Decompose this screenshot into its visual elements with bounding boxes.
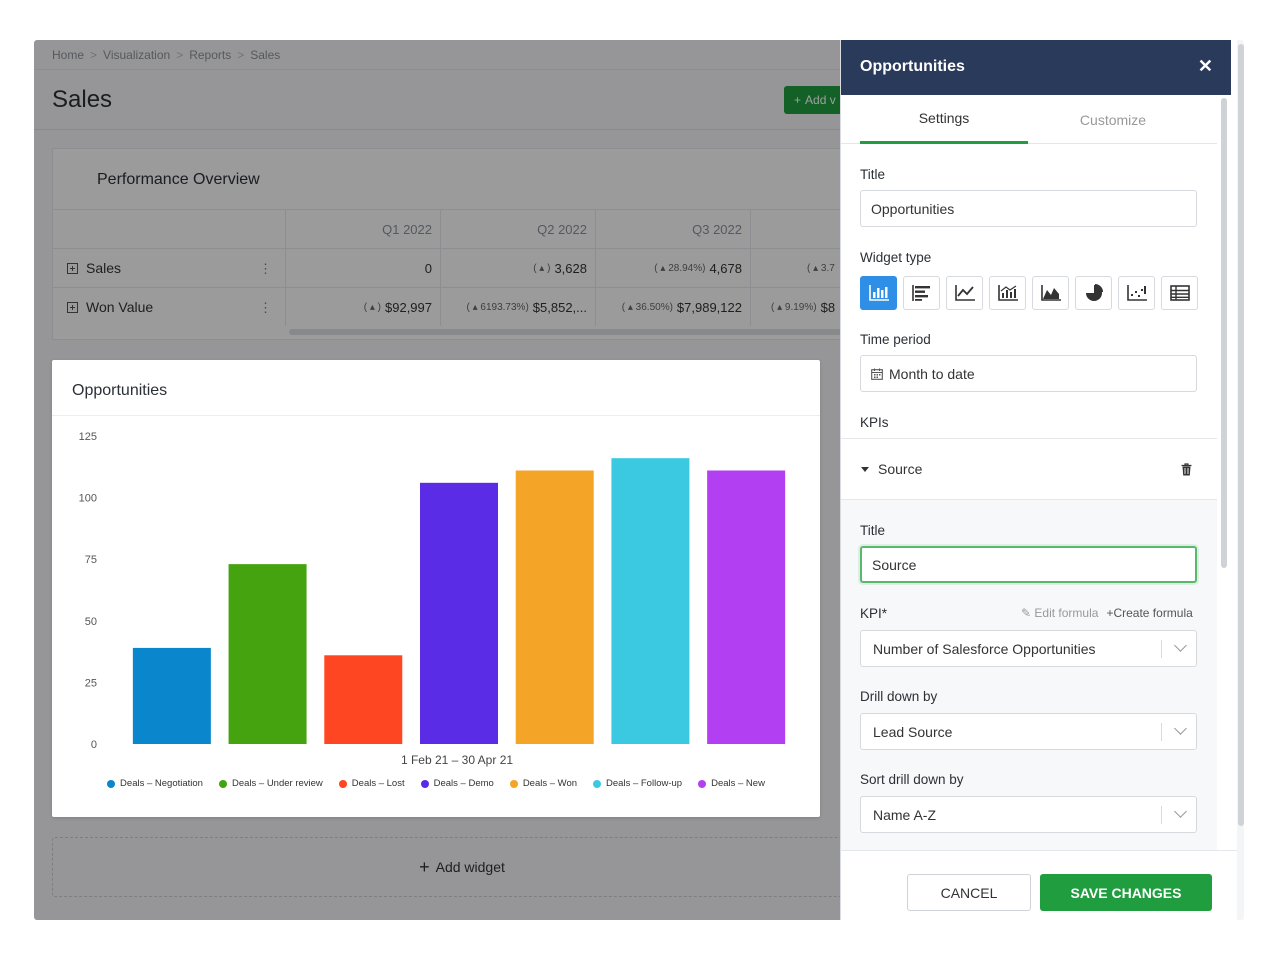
- table-icon[interactable]: [1161, 276, 1198, 310]
- bar-chart: 0 25 50 75 100 125 1 Feb 21 – 30 Apr 21: [79, 431, 786, 767]
- legend-label: Deals – Won: [522, 778, 578, 789]
- legend-swatch: [509, 779, 518, 788]
- kpi-actions: ✎ Edit formula +Create formula: [1021, 606, 1193, 620]
- bar[interactable]: [707, 470, 786, 744]
- opportunities-widget: Opportunities 0 25 50 75 100 125 1 Feb 21 – 30…: [52, 360, 820, 817]
- bar[interactable]: [420, 482, 498, 744]
- legend-label: Deals – Demo: [433, 778, 494, 789]
- chevron-down-icon[interactable]: [1174, 639, 1187, 652]
- tab-customize[interactable]: Customize: [1029, 95, 1197, 144]
- sort-drill-down-select[interactable]: Name A-Z: [860, 796, 1197, 833]
- legend-item[interactable]: Deals – Lost: [338, 778, 405, 789]
- calendar-icon: [871, 368, 883, 380]
- cancel-button[interactable]: CANCEL: [907, 874, 1031, 911]
- app-window: Home > Visualization > Reports > Sales Sale…: [34, 40, 1244, 920]
- kpi-label: KPI*: [860, 606, 888, 621]
- settings-panel: Opportunities ✕ Settings Customize Title…: [840, 40, 1244, 920]
- y-tick-label: 0: [91, 739, 97, 751]
- chevron-down-icon[interactable]: [1174, 805, 1187, 818]
- legend-item[interactable]: Deals – Follow-up: [593, 778, 682, 789]
- close-icon[interactable]: ✕: [1198, 56, 1213, 77]
- kpi-select[interactable]: Number of Salesforce Opportunities: [860, 630, 1197, 667]
- sort-drill-down-label: Sort drill down by: [860, 772, 964, 787]
- legend-item[interactable]: Deals – Won: [509, 778, 578, 789]
- create-formula-link[interactable]: +Create formula: [1106, 606, 1192, 620]
- y-tick-label: 100: [79, 493, 97, 505]
- legend-swatch: [698, 779, 707, 788]
- divider: [1161, 806, 1162, 824]
- bar-chart-icon[interactable]: [860, 276, 897, 310]
- bar[interactable]: [324, 655, 403, 744]
- panel-title: Opportunities: [860, 58, 965, 75]
- legend-swatch: [338, 779, 347, 788]
- legend-item[interactable]: Deals – Under review: [218, 778, 323, 789]
- legend-label: Deals – Negotiation: [120, 778, 203, 789]
- chevron-down-icon[interactable]: [1174, 722, 1187, 735]
- widget-type-selector: [860, 276, 1198, 310]
- bar[interactable]: [611, 458, 690, 744]
- outer-scrollbar[interactable]: [1237, 40, 1244, 920]
- panel-tabs: Settings Customize: [841, 95, 1217, 144]
- y-tick-label: 75: [85, 554, 97, 566]
- bar[interactable]: [228, 564, 307, 744]
- legend-swatch: [218, 779, 227, 788]
- legend-label: Deals – Follow-up: [606, 778, 683, 789]
- chart-legend: Deals – Negotiation Deals – Under review D…: [52, 778, 820, 789]
- horizontal-bar-icon[interactable]: [903, 276, 940, 310]
- legend-label: Deals – Under review: [231, 778, 323, 789]
- legend-swatch: [107, 779, 116, 788]
- bar[interactable]: [132, 647, 211, 744]
- y-tick-label: 125: [79, 431, 97, 443]
- divider: [1161, 640, 1162, 658]
- scatter-chart-icon[interactable]: [1118, 276, 1155, 310]
- caret-down-icon[interactable]: [861, 467, 869, 472]
- legend-label: Deals – New: [711, 778, 765, 789]
- kpi-title-input[interactable]: Source: [860, 546, 1197, 583]
- legend-swatch: [420, 779, 429, 788]
- legend-label: Deals – Lost: [351, 778, 405, 789]
- time-period-select[interactable]: Month to date: [860, 355, 1197, 392]
- tab-settings[interactable]: Settings: [860, 95, 1028, 144]
- time-period-value: Month to date: [889, 365, 975, 382]
- widget-type-label: Widget type: [860, 250, 932, 265]
- bar[interactable]: [515, 470, 594, 744]
- kpi-item[interactable]: Source: [841, 438, 1217, 500]
- kpis-label: KPIs: [860, 415, 889, 430]
- title-label: Title: [860, 167, 886, 182]
- y-tick-label: 50: [85, 616, 97, 628]
- legend-item[interactable]: Deals – Demo: [420, 778, 494, 789]
- panel-header: Opportunities ✕: [841, 40, 1231, 95]
- kpi-title-label: Title: [860, 523, 886, 538]
- edit-icon: ✎: [1021, 606, 1032, 620]
- kpi-name: Source: [878, 461, 923, 477]
- combo-chart-icon[interactable]: [989, 276, 1026, 310]
- time-period-label: Time period: [860, 332, 931, 347]
- panel-footer: CANCEL SAVE CHANGES: [841, 850, 1237, 920]
- divider: [1161, 723, 1162, 741]
- save-changes-button[interactable]: SAVE CHANGES: [1040, 874, 1212, 911]
- legend-item[interactable]: Deals – Negotiation: [107, 778, 203, 789]
- pie-chart-icon[interactable]: [1075, 276, 1112, 310]
- title-input[interactable]: Opportunities: [860, 190, 1197, 227]
- legend-swatch: [593, 779, 602, 788]
- drill-down-label: Drill down by: [860, 689, 938, 704]
- line-chart-icon[interactable]: [946, 276, 983, 310]
- area-chart-icon[interactable]: [1032, 276, 1069, 310]
- edit-formula-link[interactable]: ✎ Edit formula: [1021, 606, 1098, 620]
- panel-scrollbar[interactable]: [1221, 98, 1227, 568]
- x-axis-label: 1 Feb 21 – 30 Apr 21: [401, 753, 513, 767]
- drill-down-select[interactable]: Lead Source: [860, 713, 1197, 750]
- y-tick-label: 25: [85, 677, 97, 689]
- legend-item[interactable]: Deals – New: [698, 778, 765, 789]
- widget-title: Opportunities: [72, 382, 168, 399]
- trash-icon[interactable]: [1181, 463, 1192, 476]
